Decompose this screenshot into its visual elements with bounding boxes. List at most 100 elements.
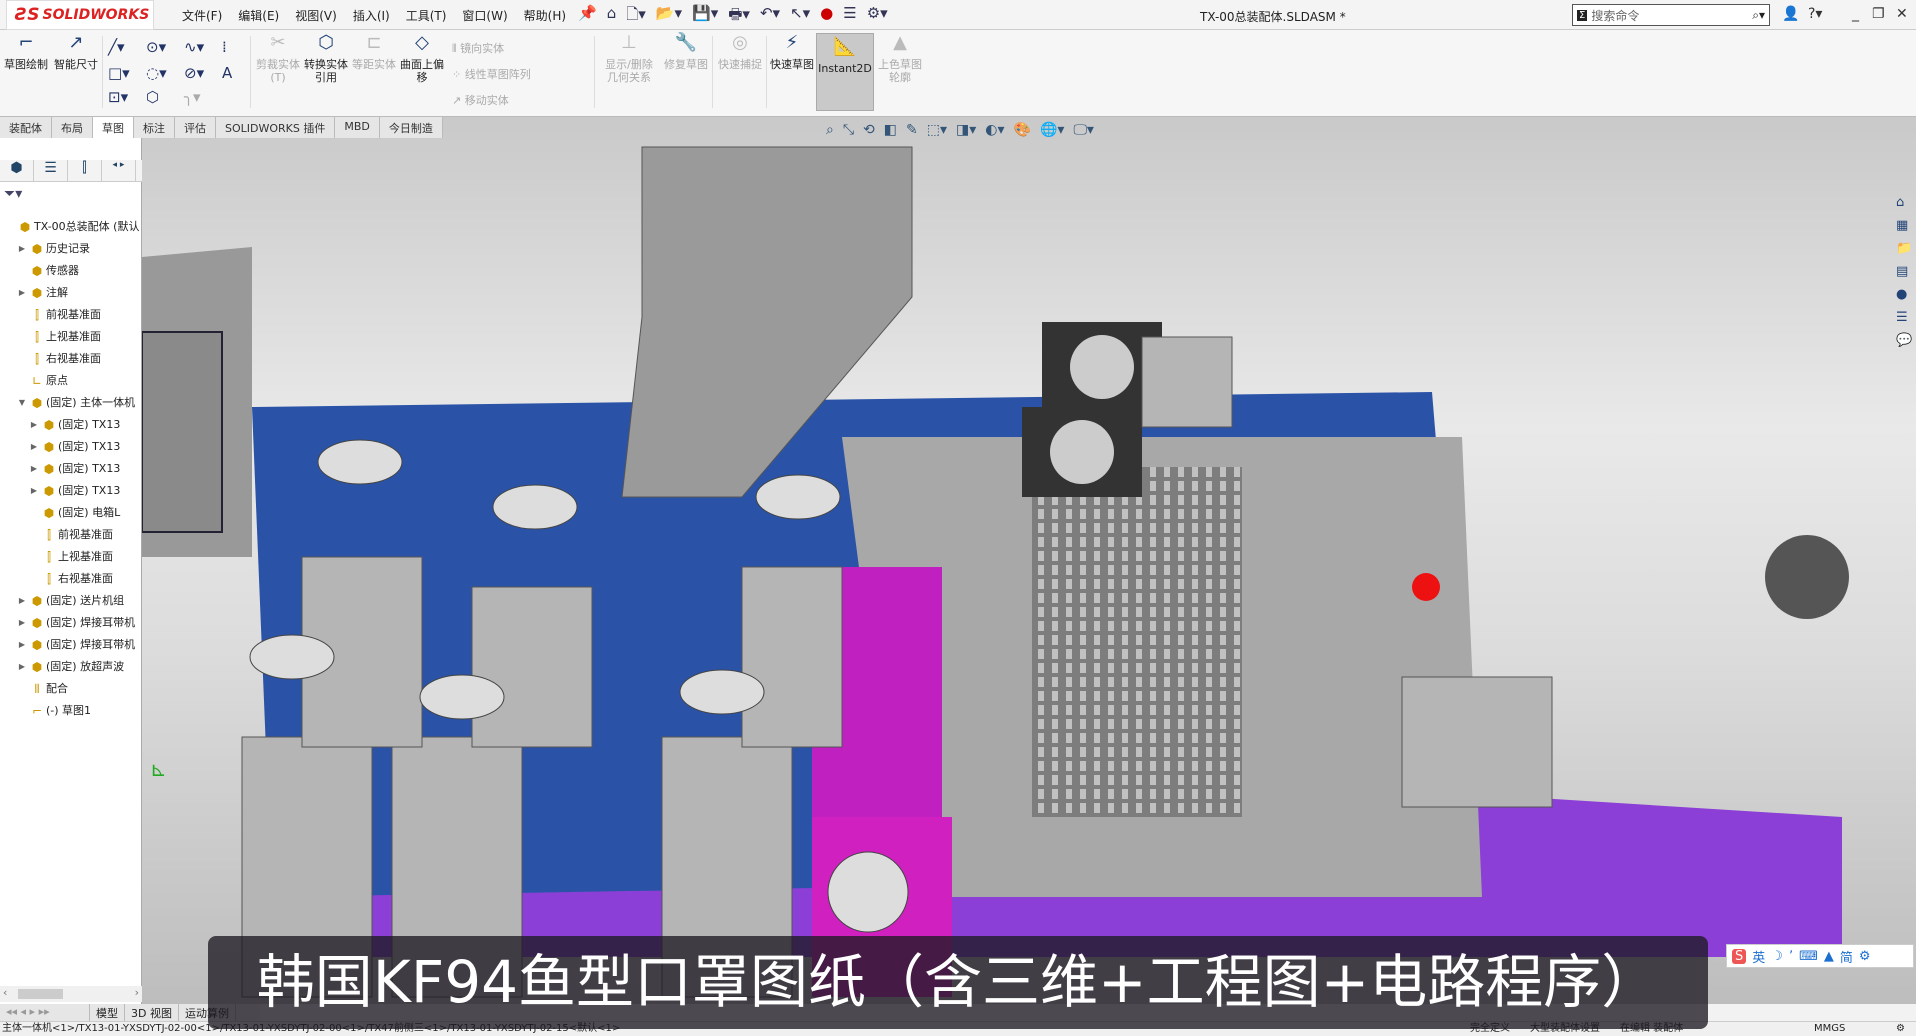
horizontal-scrollbar[interactable]: ‹ › [0,986,142,1002]
instant2d-button[interactable]: 📐 Instant2D [816,33,874,111]
expand-arrow-icon[interactable]: ▶ [28,436,40,458]
tree-item[interactable]: ⫿ 右视基准面 [0,568,142,590]
tree-item[interactable]: ⬢ TX-00总装配体 (默认 [0,216,142,238]
new-icon[interactable]: 🗋▾ [626,4,646,29]
graphics-area-3d-model[interactable]: ⌕ ⤡ ⟲ ◧ ✎ ⬚▾ ◨▾ ◐▾ 🎨 🌐▾ 🖵▾ ⊾ [142,117,1916,1004]
unit-system[interactable]: MMGS [1814,1022,1845,1036]
menu-file[interactable]: 文件(F) [174,7,230,24]
smart-dimension-button[interactable]: ↗ 智能尺寸 [52,34,100,72]
menu-view[interactable]: 视图(V) [287,7,345,24]
tree-item[interactable]: ⌐ (-) 草图1 [0,700,142,722]
repair-sketch-button[interactable]: 🔧 修复草图 [662,34,710,72]
tab-layout[interactable]: 布局 [52,117,93,138]
tree-item[interactable]: ∟ 原点 [0,370,142,392]
tab-manufacturing[interactable]: 今日制造 [380,117,443,138]
mirror-entities-button[interactable]: ⫴ 镜向实体 [452,40,504,56]
emoji-icon[interactable]: ʼ [1789,949,1793,964]
rapid-sketch-button[interactable]: ⚡ 快速草图 [768,34,816,72]
tree-item[interactable]: ⫿ 前视基准面 [0,524,142,546]
circle-icon[interactable]: ⊙▾ [146,38,166,56]
tab-mbd[interactable]: MBD [335,117,380,138]
customize-icon[interactable]: ⚙ [1896,1022,1905,1036]
section-view-icon[interactable]: ◧ [884,122,897,138]
file-explorer-icon[interactable]: 📁 [1896,241,1916,256]
tree-item[interactable]: ▶ ⬢ (固定) TX13 [0,480,142,502]
ime-language-toggle[interactable]: 英 [1752,947,1765,966]
expand-arrow-icon[interactable]: ▶ [28,414,40,436]
view-palette-icon[interactable]: ▤ [1896,264,1916,279]
tree-item[interactable]: ▶ ⬢ 注解 [0,282,142,304]
pin-icon[interactable]: 📌 [578,4,597,29]
tree-item[interactable]: ▶ ⬢ 历史记录 [0,238,142,260]
menu-tools[interactable]: 工具(T) [398,7,455,24]
expand-arrow-icon[interactable]: ▼ [16,392,28,414]
print-icon[interactable]: 🖶▾ [728,4,750,29]
options-gear-icon[interactable]: ⚙▾ [867,4,888,29]
tree-item[interactable]: ⫿ 右视基准面 [0,348,142,370]
resources-icon[interactable]: ⌂ [1896,195,1916,210]
menu-help[interactable]: 帮助(H) [516,7,574,24]
tree-item[interactable]: ▼ ⬢ (固定) 主体一体机 [0,392,142,414]
tab-scroll-buttons[interactable]: ◂◂ ◂ ▸ ▸▸ [0,1004,90,1021]
dynamic-annotation-icon[interactable]: ✎ [906,122,918,138]
expand-arrow-icon[interactable]: ▶ [16,238,28,260]
shaded-sketch-contours-button[interactable]: ▲ 上色草图轮廓 [876,34,924,85]
forum-icon[interactable]: 💬 [1896,333,1916,348]
keyboard-icon[interactable]: ⌨ [1799,949,1818,964]
ime-simplified-toggle[interactable]: 简 [1840,947,1853,966]
scene-icon[interactable]: 🌐▾ [1040,122,1064,138]
expand-arrow-icon[interactable]: ▶ [16,656,28,678]
tab-evaluate[interactable]: 评估 [175,117,216,138]
filter-icon[interactable]: ⏷▾ [4,186,22,202]
tree-item[interactable]: ▶ ⬢ (固定) 送片机组 [0,590,142,612]
tree-item[interactable]: ▶ ⬢ (固定) TX13 [0,436,142,458]
expand-arrow-icon[interactable]: ▶ [16,634,28,656]
offset-entities-button[interactable]: ⊏ 等距实体 [350,34,398,72]
fillet-icon[interactable]: ╮▾ [184,88,201,106]
view-settings-icon[interactable]: 🖵▾ [1073,122,1094,138]
tab-markup[interactable]: 标注 [134,117,175,138]
zoom-area-icon[interactable]: ⤡ [843,122,854,138]
tree-item[interactable]: ⫿ 上视基准面 [0,326,142,348]
display-relations-button[interactable]: ⊥ 显示/删除几何关系 [600,34,658,85]
previous-view-icon[interactable]: ⟲ [863,122,875,138]
tree-item[interactable]: ⫿ 上视基准面 [0,546,142,568]
linear-pattern-button[interactable]: ⁘ 线性草图阵列 [452,66,531,82]
spline-icon[interactable]: ∿▾ [184,38,204,56]
zoom-to-fit-icon[interactable]: ⌕ [826,122,834,138]
feature-manager-tab-icon[interactable]: ⬢ [0,160,34,181]
tree-item[interactable]: ▶ ⬢ (固定) 焊接耳带机 [0,612,142,634]
tab-3d-views[interactable]: 3D 视图 [125,1004,179,1021]
configuration-manager-tab-icon[interactable]: ⫿ [68,160,102,181]
search-icon[interactable]: ⌕▾ [1752,8,1765,23]
appearances-icon[interactable]: ● [1896,287,1916,302]
move-entities-button[interactable]: ↗ 移动实体 [452,92,509,108]
point-icon[interactable]: ⁞ [222,38,227,56]
sketch-button[interactable]: ⌐ 草图绘制 [2,34,50,72]
tab-scroll-arrows[interactable]: ◂ ▸ [102,160,136,181]
hide-show-icon[interactable]: ◐▾ [985,122,1004,138]
convert-entities-button[interactable]: ⬡ 转换实体引用 [302,34,350,85]
save-icon[interactable]: 💾▾ [692,4,718,29]
minimize-button[interactable]: _ [1852,6,1859,22]
restore-button[interactable]: ❐ [1872,6,1885,22]
tree-item[interactable]: ▶ ⬢ (固定) TX13 [0,458,142,480]
tree-item[interactable]: ▶ ⬢ (固定) 放超声波 [0,656,142,678]
select-icon[interactable]: ↖▾ [790,4,810,29]
expand-arrow-icon[interactable]: ▶ [16,612,28,634]
solidworks-logo[interactable]: ƧS SOLIDWORKS [6,0,154,30]
quick-snaps-button[interactable]: ◎ 快速捕捉 [716,34,764,72]
tab-addins[interactable]: SOLIDWORKS 插件 [216,117,336,138]
ellipse-icon[interactable]: ⊘▾ [184,64,204,82]
expand-arrow-icon[interactable]: ▶ [28,480,40,502]
rebuild-icon[interactable]: ● [820,4,833,29]
rectangle-icon[interactable]: □▾ [108,64,130,82]
ime-settings-icon[interactable]: ⚙ [1859,949,1871,964]
menu-edit[interactable]: 编辑(E) [230,7,287,24]
display-style-icon[interactable]: ◨▾ [956,122,976,138]
design-library-icon[interactable]: ▦ [1896,218,1916,233]
arc-icon[interactable]: ◌▾ [146,64,167,82]
file-properties-icon[interactable]: ☰ [843,4,856,29]
expand-arrow-icon[interactable]: ▶ [16,590,28,612]
tree-item[interactable]: ▶ ⬢ (固定) 焊接耳带机 [0,634,142,656]
